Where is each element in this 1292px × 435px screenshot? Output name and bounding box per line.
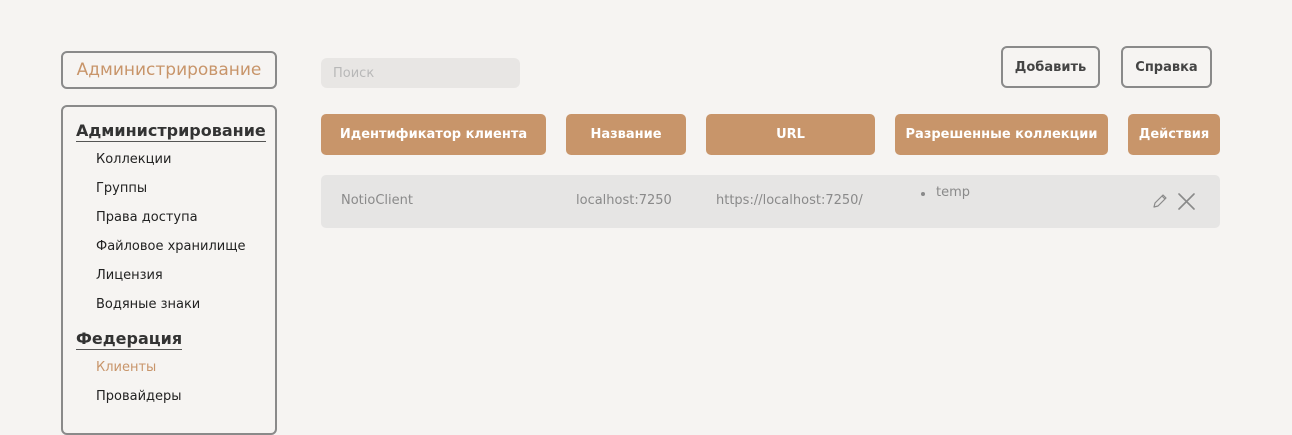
add-button[interactable]: Добавить — [1001, 46, 1100, 88]
cell-client-id: NotioClient — [341, 193, 413, 208]
sidebar-item-watermarks[interactable]: Водяные знаки — [96, 297, 200, 313]
cell-collections: temp — [921, 185, 970, 200]
page-title: Администрирование — [61, 51, 277, 89]
search-input[interactable] — [321, 58, 520, 88]
column-header-url: URL — [706, 114, 875, 155]
sidebar-item-providers[interactable]: Провайдеры — [96, 389, 182, 405]
sidebar-item-collections[interactable]: Коллекции — [96, 152, 171, 168]
sidebar-item-clients[interactable]: Клиенты — [96, 360, 156, 376]
table-row: NotioClient localhost:7250 https://local… — [321, 175, 1220, 228]
column-header-actions: Действия — [1128, 114, 1220, 155]
sidebar-section-federation: Федерация — [76, 329, 183, 350]
sidebar-item-file-storage[interactable]: Файловое хранилище — [96, 239, 245, 255]
help-button[interactable]: Справка — [1121, 46, 1212, 88]
column-header-name: Название — [566, 114, 686, 155]
pencil-icon[interactable] — [1152, 193, 1168, 213]
sidebar-item-permissions[interactable]: Права доступа — [96, 210, 198, 226]
close-icon[interactable] — [1178, 193, 1195, 214]
list-item: temp — [921, 185, 970, 200]
sidebar-item-groups[interactable]: Группы — [96, 181, 147, 197]
column-header-client-id: Идентификатор клиента — [321, 114, 546, 155]
column-header-collections: Разрешенные коллекции — [895, 114, 1108, 155]
cell-url: https://localhost:7250/ — [716, 193, 863, 208]
sidebar-section-admin: Администрирование — [76, 121, 266, 142]
sidebar: Администрирование Коллекции Группы Права… — [61, 105, 277, 435]
cell-name: localhost:7250 — [576, 193, 672, 208]
sidebar-item-license[interactable]: Лицензия — [96, 268, 163, 284]
